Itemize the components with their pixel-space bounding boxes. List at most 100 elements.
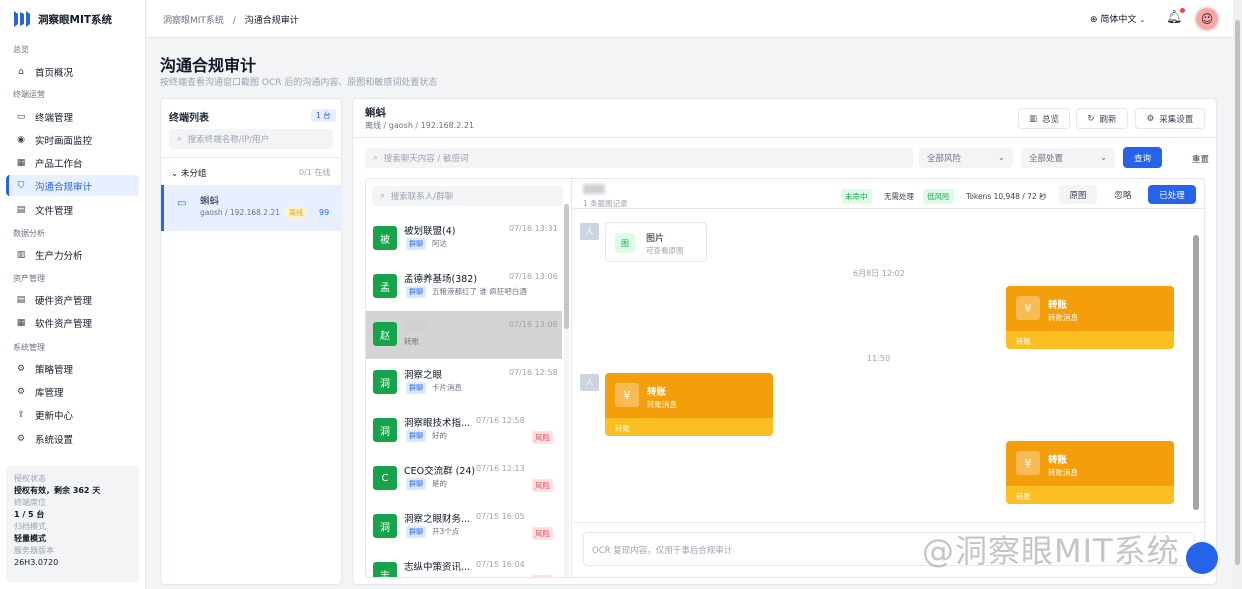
gear-icon: ⚙ — [16, 363, 26, 374]
group-name: 未分组 — [180, 169, 207, 179]
group-toggle[interactable]: ⌄ 未分组 — [171, 167, 206, 179]
sidebar-item-software[interactable]: ▦ 软件资产管理 — [6, 312, 139, 333]
monitor-icon: ▭ — [177, 198, 187, 209]
original-image-button[interactable]: 原图 — [1059, 185, 1097, 204]
avatar[interactable]: ☺ — [1194, 6, 1220, 32]
status-none-badge: 无需处理 — [884, 192, 914, 201]
transfer-message[interactable]: ¥ 转账 转账消息 转账 — [1006, 441, 1174, 504]
sidebar-item-updates[interactable]: ⇪ 更新中心 — [6, 404, 139, 425]
terminal-list-panel: 终端列表 1 台 ⌕ 搜索终端名称/IP/用户 ⌄ 未分组 0/1 在线 ▭ 蝌蚪… — [160, 98, 342, 585]
sidebar-item-hardware[interactable]: ▤ 硬件资产管理 — [6, 289, 139, 310]
transfer-subtitle: 转账消息 — [1048, 468, 1078, 477]
conversation-name: 被划联盟(4) — [404, 226, 456, 237]
logo-icon — [14, 11, 30, 27]
conversation-item[interactable]: 洞 洞察之眼财务... 07/15 16:05 群聊 开3个点 风险 — [366, 503, 562, 551]
conversation-preview: 阿达 — [432, 239, 447, 248]
notification-dot — [1180, 8, 1185, 13]
query-button[interactable]: 查询 — [1123, 147, 1162, 168]
breadcrumb-root[interactable]: 洞察眼MIT系统 — [163, 16, 224, 26]
conversation-item-selected[interactable]: 赵 07/16 13:06 转账 — [366, 311, 562, 359]
conversation-preview: 五粮液都红了 谁 疯狂吧白酒 — [432, 287, 527, 296]
terminal-search-input[interactable]: ⌕ 搜索终端名称/IP/用户 — [169, 129, 333, 149]
conversation-item[interactable]: 孟 孟德养基场(382) 07/16 13:06 群聊 五粮液都红了 谁 疯狂吧… — [366, 263, 562, 311]
reset-button[interactable]: 重置 — [1192, 153, 1209, 165]
conversation-item[interactable]: 被 被划联盟(4) 07/16 13:31 群聊 阿达 — [366, 215, 562, 263]
ocr-content-placeholder: OCR 复现内容，仅用于事后合规审计 — [592, 546, 733, 556]
chat-scrollbar[interactable] — [1193, 215, 1199, 515]
conversation-preview: 卡片消息 — [432, 383, 462, 392]
group-tag: 群聊 — [406, 430, 426, 442]
overview-label: 总览 — [1042, 114, 1060, 125]
sidebar-item-policy[interactable]: ⚙ 策略管理 — [6, 358, 139, 379]
yen-icon: ¥ — [615, 383, 639, 407]
sidebar-item-label: 终端管理 — [35, 112, 74, 124]
sidebar-item-terminals[interactable]: ▭ 终端管理 — [6, 106, 139, 127]
conversation-avatar: 洞 — [373, 418, 397, 442]
eye-icon: ◉ — [17, 134, 25, 145]
bar-chart-icon: ▥ — [1028, 113, 1037, 124]
file-icon: ▤ — [16, 204, 26, 215]
conversation-avatar: 洞 — [373, 370, 397, 394]
sender-avatar: 人 — [580, 223, 599, 240]
home-icon: ⌂ — [18, 66, 24, 77]
transfer-title: 转账 — [1048, 455, 1068, 466]
conversation-scrollbar[interactable] — [564, 204, 569, 577]
sidebar-item-settings[interactable]: ⚙ 系统设置 — [6, 428, 139, 449]
sidebar-item-label: 库管理 — [35, 387, 64, 399]
floating-action-button[interactable] — [1186, 542, 1218, 574]
gear-icon: ⚙ — [16, 386, 26, 397]
user-avatar-icon: ☺ — [1200, 12, 1214, 26]
image-message[interactable]: 图 图片 可查看原图 — [605, 222, 707, 262]
conversation-avatar: 被 — [373, 226, 397, 250]
status-miss-badge: 未命中 — [841, 189, 872, 204]
sidebar-item-workbench[interactable]: ▦ 产品工作台 — [6, 152, 139, 173]
transfer-message[interactable]: ¥ 转账 转账消息 转账 — [605, 373, 773, 436]
image-subtitle: 可查看原图 — [646, 246, 684, 255]
server-icon: ▤ — [16, 294, 26, 305]
conversation-avatar: 赵 — [373, 322, 397, 346]
license-seats: 1 / 5 台 — [14, 510, 45, 519]
sidebar-item-files[interactable]: ▤ 文件管理 — [6, 199, 139, 220]
conversation-item[interactable]: 洞 洞察之眼 07/16 12:58 群聊 卡片消息 — [366, 359, 562, 407]
sidebar-item-library[interactable]: ⚙ 库管理 — [6, 381, 139, 402]
sidebar-item-label: 系统设置 — [35, 434, 74, 446]
sidebar-item-label: 文件管理 — [35, 205, 74, 217]
page-subtitle: 按终端查看沟通窗口截图 OCR 后的沟通内容、原图和敏感词处置状态 — [160, 78, 438, 88]
handle-filter-select[interactable]: 全部处置 ⌄ — [1021, 148, 1115, 168]
monitor-icon: ▭ — [16, 111, 26, 122]
sidebar-item-label: 生产力分析 — [35, 250, 83, 262]
watermark: @洞察眼MIT系统 — [922, 532, 1180, 570]
sidebar-item-productivity[interactable]: ▥ 生产力分析 — [6, 244, 139, 265]
sidebar-item-compliance[interactable]: ⛉ 沟通合规审计 — [6, 175, 139, 196]
sidebar-item-home[interactable]: ⌂ 首页概况 — [6, 61, 139, 82]
risk-low-badge: 低风险 — [923, 189, 954, 204]
group-online-count: 0/1 在线 — [299, 168, 331, 177]
mark-handled-button[interactable]: 已处理 — [1148, 185, 1196, 204]
chevron-down-icon: ⌄ — [1139, 16, 1146, 24]
risk-filter-select[interactable]: 全部风险 ⌄ — [919, 148, 1013, 168]
conversation-time: 07/16 12:58 — [476, 416, 525, 425]
conversation-avatar: 志 — [373, 562, 397, 577]
image-icon: 图 — [615, 233, 635, 253]
chevron-down-icon: ⌄ — [1099, 153, 1107, 163]
capture-settings-button[interactable]: ⚙ 采集设置 — [1135, 108, 1205, 129]
transfer-message[interactable]: ¥ 转账 转账消息 转账 — [1006, 286, 1174, 349]
page-scrollbar[interactable] — [1233, 0, 1242, 589]
chat-search-input[interactable]: ⌕ 搜索聊天内容 / 敏感词 — [365, 148, 913, 168]
search-icon: ⌕ — [380, 191, 385, 201]
ignore-button[interactable]: 忽略 — [1104, 185, 1142, 204]
overview-button[interactable]: ▥ 总览 — [1018, 108, 1070, 129]
section-system: 系统管理 — [13, 343, 45, 352]
contact-search-input[interactable]: ⌕ 搜索联系人/群聊 — [372, 186, 563, 206]
terminal-item[interactable]: ▭ 蝌蚪 gaosh / 192.168.2.21 离线 99 — [161, 185, 342, 231]
refresh-button[interactable]: ↻ 刷新 — [1076, 108, 1128, 129]
language-switcher[interactable]: ⊕ 简体中文 ⌄ — [1090, 12, 1145, 25]
license-seats-label: 终端席位 — [14, 498, 46, 507]
conversation-item[interactable]: 洞 洞察眼技术指... 07/16 12:58 群聊 好的 风险 — [366, 407, 562, 455]
language-label: 简体中文 — [1100, 15, 1137, 25]
conversation-item[interactable]: C CEO交流群 (24) 07/16 12:13 群聊 是的 风险 — [366, 455, 562, 503]
conversation-item[interactable]: 志 志纵中策资讯... 07/15 16:04 风险 — [366, 551, 562, 577]
sidebar-item-live-monitor[interactable]: ◉ 实时画面监控 — [6, 129, 139, 150]
transfer-footer: 转账 — [605, 418, 773, 436]
section-analytics: 数据分析 — [13, 229, 45, 238]
